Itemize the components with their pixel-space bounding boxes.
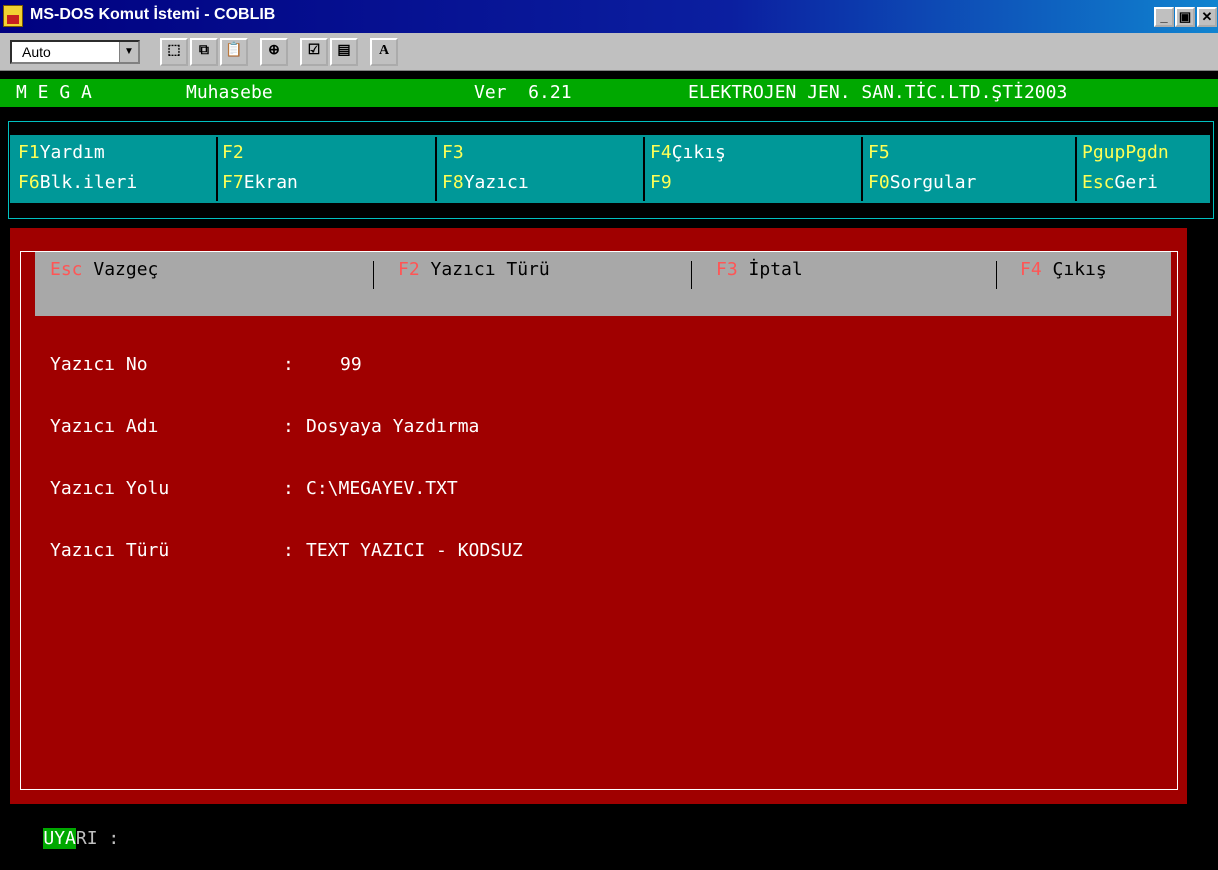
dos-screen: M E G A Muhasebe Ver 6.21 ELEKTROJEN JEN… [0,71,1218,849]
status-text: RI : [75,828,120,849]
module-name: Muhasebe [186,82,273,103]
window-title: MS-DOS Komut İstemi - COBLIB [30,6,276,23]
status-prefix: UYA [43,828,76,849]
maximize-button[interactable]: ▣ [1175,7,1195,27]
properties-icon[interactable]: ☑ [300,38,328,66]
toolbar: Auto ▼ ⬚ ⧉ 📋 ⊕ ☑ ▤ A [0,33,1218,71]
version: Ver 6.21 [474,82,572,103]
menu-separator [216,137,218,201]
chevron-down-icon[interactable]: ▼ [119,42,138,62]
menu-f2[interactable]: F2 [222,142,244,163]
font-size-value: Auto [22,44,51,60]
printer-type-label: Yazıcı Türü [50,540,170,561]
status-line: UYARI : [0,807,1218,849]
app-name: M E G A [16,82,92,103]
function-key-menu [10,135,1210,203]
mark-icon[interactable]: ⬚ [160,38,188,66]
cmd-separator [996,261,997,289]
printer-type-value[interactable]: TEXT YAZICI - KODSUZ [306,540,523,561]
menu-f7[interactable]: F7Ekran [222,172,298,193]
title-bar: MS-DOS Komut İstemi - COBLIB _ ▣ ✕ [0,0,1218,33]
menu-f5[interactable]: F5 [868,142,890,163]
cmd-f3-cancel[interactable]: F3 İptal [716,259,803,280]
background-icon[interactable]: ▤ [330,38,358,66]
field-colon: : [283,416,294,437]
menu-f0[interactable]: F0Sorgular [868,172,976,193]
copy-icon[interactable]: ⧉ [190,38,218,66]
printer-no-value[interactable]: 99 [340,354,362,375]
cmd-f4-exit[interactable]: F4 Çıkış [1020,259,1107,280]
msdos-icon[interactable] [3,5,23,27]
close-button[interactable]: ✕ [1197,7,1217,27]
fullscreen-icon[interactable]: ⊕ [260,38,288,66]
menu-esc[interactable]: EscGeri [1082,172,1158,193]
cmd-esc-cancel[interactable]: Esc Vazgeç [50,259,158,280]
field-colon: : [283,540,294,561]
cmd-f2-printer-type[interactable]: F2 Yazıcı Türü [398,259,550,280]
cmd-separator [373,261,374,289]
menu-separator [861,137,863,201]
printer-path-value[interactable]: C:\MEGAYEV.TXT [306,478,458,499]
printer-name-label: Yazıcı Adı [50,416,159,437]
dialog-border [20,251,1178,790]
command-bar [35,252,1171,316]
printer-path-label: Yazıcı Yolu [50,478,170,499]
menu-f8[interactable]: F8Yazıcı [442,172,529,193]
menu-f9[interactable]: F9 [650,172,672,193]
menu-f4[interactable]: F4Çıkış [650,142,726,163]
printer-name-value[interactable]: Dosyaya Yazdırma [306,416,479,437]
paste-icon[interactable]: 📋 [220,38,248,66]
menu-f1[interactable]: F1Yardım [18,142,105,163]
menu-separator [435,137,437,201]
field-colon: : [283,478,294,499]
menu-f3[interactable]: F3 [442,142,464,163]
minimize-button[interactable]: _ [1154,7,1174,27]
menu-pgup-pgdn[interactable]: PgupPgdn [1082,142,1169,163]
menu-f6[interactable]: F6Blk.ileri [18,172,137,193]
cmd-separator [691,261,692,289]
printer-no-label: Yazıcı No [50,354,148,375]
header-bar: M E G A Muhasebe Ver 6.21 ELEKTROJEN JEN… [0,79,1218,107]
menu-separator [643,137,645,201]
font-size-select[interactable]: Auto ▼ [10,40,140,64]
field-colon: : [283,354,294,375]
menu-separator [1075,137,1077,201]
font-icon[interactable]: A [370,38,398,66]
company-name: ELEKTROJEN JEN. SAN.TİC.LTD.ŞTİ2003 [688,82,1068,103]
